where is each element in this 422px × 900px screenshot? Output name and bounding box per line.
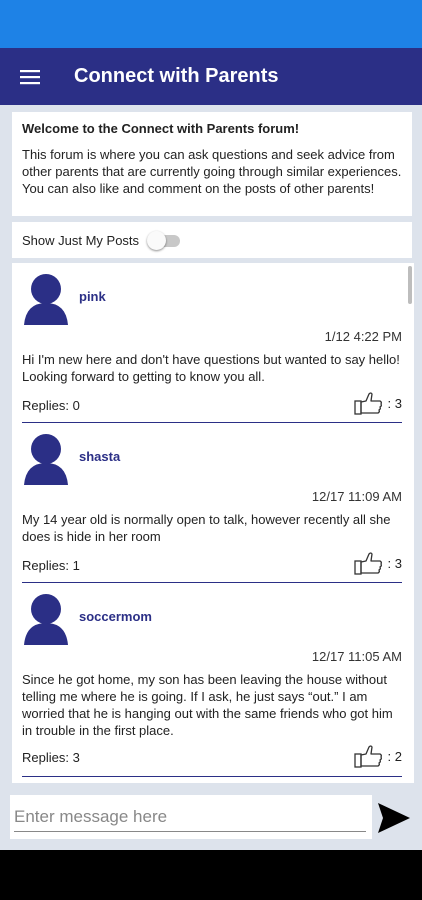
intro-title: Welcome to the Connect with Parents foru… [22, 121, 300, 136]
intro-body: This forum is where you can ask question… [22, 147, 402, 196]
status-bar [0, 0, 422, 48]
thumbs-up-icon[interactable] [353, 744, 384, 768]
post-timestamp: 1/12 4:22 PM [324, 329, 402, 344]
app-bar: Connect with Parents [0, 48, 422, 105]
post-card[interactable]: pink 1/12 4:22 PM Hi I'm new here and do… [12, 263, 414, 423]
post-replies[interactable]: Replies: 1 [22, 558, 80, 573]
posts-list[interactable]: pink 1/12 4:22 PM Hi I'm new here and do… [12, 263, 414, 783]
post-replies[interactable]: Replies: 0 [22, 398, 80, 413]
post-body: My 14 year old is normally open to talk,… [22, 512, 391, 544]
post-card[interactable]: shasta 12/17 11:09 AM My 14 year old is … [12, 423, 414, 583]
post-body: Hi I'm new here and don't have questions… [22, 352, 400, 384]
post-body: Since he got home, my son has been leavi… [22, 672, 393, 738]
post-username[interactable]: shasta [79, 449, 120, 464]
send-icon [378, 803, 410, 833]
avatar-icon [24, 434, 68, 485]
like-count: : 3 [387, 395, 402, 411]
menu-button[interactable] [0, 48, 60, 105]
post-username[interactable]: soccermom [79, 609, 152, 624]
message-input[interactable] [14, 803, 366, 832]
avatar-icon [24, 274, 68, 325]
post-likes: : 3 [353, 551, 402, 575]
post-timestamp: 12/17 11:05 AM [311, 649, 402, 664]
thumbs-up-icon[interactable] [353, 391, 384, 415]
thumbs-up-icon[interactable] [353, 551, 384, 575]
intro-card: Welcome to the Connect with Parents foru… [12, 112, 412, 216]
post-divider [22, 776, 402, 777]
post-likes: : 2 [353, 744, 402, 768]
message-composer [10, 795, 372, 839]
post-likes: : 3 [353, 391, 402, 415]
avatar-icon [24, 594, 68, 645]
system-navigation-bar [0, 850, 422, 900]
send-button[interactable] [376, 800, 412, 836]
page-title: Connect with Parents [74, 65, 279, 87]
post-replies[interactable]: Replies: 3 [22, 750, 80, 765]
hamburger-menu-icon [20, 69, 40, 84]
toggle-thumb [147, 231, 167, 250]
show-my-posts-label: Show Just My Posts [22, 232, 140, 248]
filter-row: Show Just My Posts [12, 222, 412, 258]
like-count: : 3 [387, 555, 402, 571]
show-my-posts-toggle[interactable] [147, 230, 181, 250]
post-card[interactable]: soccermom 12/17 11:05 AM Since he got ho… [12, 583, 414, 778]
like-count: : 2 [387, 748, 402, 764]
post-username[interactable]: pink [79, 289, 106, 304]
post-timestamp: 12/17 11:09 AM [311, 489, 402, 504]
